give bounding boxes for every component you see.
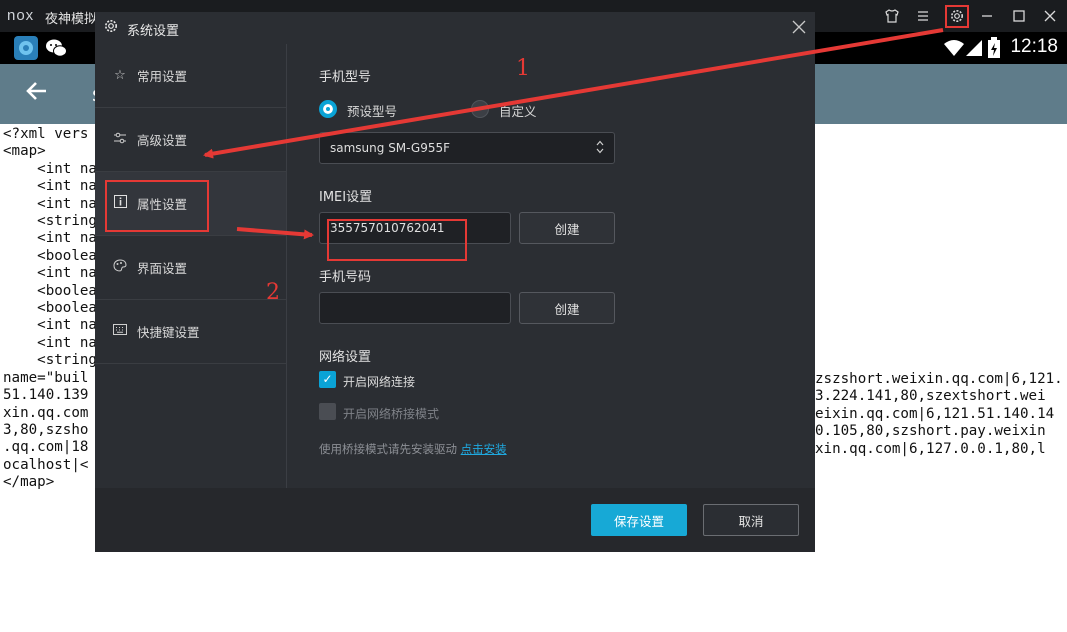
- sidebar-item-advanced[interactable]: 高级设置: [95, 108, 286, 172]
- minimize-icon[interactable]: [977, 6, 997, 26]
- custom-model-radio[interactable]: [471, 100, 489, 118]
- wechat-icon: [44, 36, 68, 60]
- enable-network-checkbox[interactable]: ✓: [319, 371, 336, 388]
- preset-model-label: 预设型号: [347, 104, 398, 119]
- app-notification-icon: [14, 36, 38, 60]
- sidebar-item-label: 快捷键设置: [137, 325, 200, 340]
- back-arrow-icon[interactable]: [24, 78, 50, 110]
- system-settings-dialog: 系统设置 ☆ 常用设置 高级设置 属性设置 界面设置 快捷键设置 手机型号 预设…: [95, 12, 815, 552]
- annotation-number-2: 2: [266, 280, 280, 305]
- shirt-icon[interactable]: [882, 6, 902, 26]
- keyboard-icon: [112, 324, 128, 339]
- xml-file-content-right: zszshort.weixin.qq.com|6,121. 3.224.141,…: [815, 371, 1063, 457]
- sidebar-item-common[interactable]: ☆ 常用设置: [95, 44, 286, 108]
- enable-network-label: 开启网络连接: [343, 375, 416, 389]
- custom-model-label: 自定义: [499, 104, 537, 119]
- nox-logo: nox: [7, 7, 35, 24]
- bridge-hint: 使用桥接模式请先安装驱动 点击安装: [319, 441, 507, 457]
- phone-number-input[interactable]: [319, 292, 511, 324]
- gear-highlight-box: [945, 5, 969, 28]
- properties-highlight-box: [105, 180, 209, 232]
- bridge-mode-checkbox[interactable]: [319, 403, 336, 420]
- phone-model-value: samsung SM-G955F: [330, 141, 451, 155]
- signal-icon: [964, 38, 984, 62]
- dialog-footer: 保存设置 取消: [95, 488, 815, 552]
- phone-number-label: 手机号码: [319, 270, 372, 285]
- updown-arrows-icon: [595, 138, 605, 158]
- maximize-icon[interactable]: [1009, 6, 1029, 26]
- sidebar-item-interface[interactable]: 界面设置: [95, 236, 286, 300]
- annotation-number-1: 1: [516, 56, 530, 81]
- dialog-gear-icon: [103, 18, 121, 36]
- sidebar-item-label: 高级设置: [137, 133, 188, 148]
- install-driver-link[interactable]: 点击安装: [461, 442, 507, 456]
- star-icon: ☆: [114, 68, 126, 83]
- dialog-header: 系统设置: [95, 12, 815, 44]
- dialog-title: 系统设置: [127, 24, 180, 39]
- cancel-button[interactable]: 取消: [703, 504, 799, 536]
- bridge-hint-text: 使用桥接模式请先安装驱动: [319, 442, 457, 456]
- imei-create-button[interactable]: 创建: [519, 212, 615, 244]
- bridge-mode-label: 开启网络桥接模式: [343, 407, 440, 421]
- sliders-icon: [112, 132, 128, 148]
- sidebar-item-label: 常用设置: [137, 69, 188, 84]
- imei-label: IMEI设置: [319, 190, 373, 205]
- phone-model-select[interactable]: samsung SM-G955F: [319, 132, 615, 164]
- close-window-icon[interactable]: [1040, 6, 1060, 26]
- settings-sidebar: ☆ 常用设置 高级设置 属性设置 界面设置 快捷键设置: [95, 44, 287, 488]
- imei-highlight-box: [327, 219, 467, 261]
- palette-icon: [112, 259, 128, 276]
- network-settings-label: 网络设置: [319, 350, 372, 365]
- menu-icon[interactable]: [913, 6, 933, 26]
- sidebar-item-shortcuts[interactable]: 快捷键设置: [95, 300, 286, 364]
- properties-panel: 手机型号 预设型号 自定义 samsung SM-G955F IMEI设置 35…: [287, 44, 815, 488]
- save-settings-button[interactable]: 保存设置: [591, 504, 687, 536]
- phone-model-label: 手机型号: [319, 70, 372, 85]
- battery-icon: [987, 37, 1001, 63]
- dialog-close-icon[interactable]: [788, 17, 810, 39]
- preset-model-radio[interactable]: [319, 100, 337, 118]
- sidebar-item-label: 界面设置: [137, 261, 188, 276]
- phone-number-create-button[interactable]: 创建: [519, 292, 615, 324]
- wifi-icon: [942, 38, 966, 62]
- status-clock: 12:18: [1010, 36, 1058, 57]
